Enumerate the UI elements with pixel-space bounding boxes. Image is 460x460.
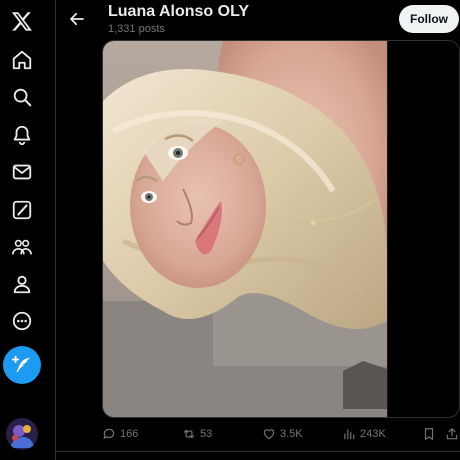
- like-button[interactable]: 3.5K: [262, 424, 303, 444]
- post-media[interactable]: [102, 40, 460, 418]
- more-icon: [12, 311, 32, 331]
- share-icon: [446, 428, 458, 440]
- sidebar-item-notifications[interactable]: [3, 116, 41, 154]
- notifications-icon: [13, 125, 31, 146]
- back-arrow-icon: [70, 12, 84, 26]
- views-button[interactable]: 243K: [342, 424, 386, 444]
- like-count: 3.5K: [280, 428, 303, 440]
- bookmark-button[interactable]: [422, 424, 436, 444]
- profile-name: Luana Alonso OLY: [108, 3, 250, 20]
- follow-button[interactable]: Follow: [399, 5, 459, 33]
- sidebar-item-communities[interactable]: [3, 228, 41, 266]
- sidebar-nav: [0, 0, 44, 460]
- bookmark-icon: [424, 428, 434, 440]
- reply-button[interactable]: 166: [102, 424, 138, 444]
- sidebar-item-explore[interactable]: [3, 78, 41, 116]
- share-button[interactable]: [445, 424, 459, 444]
- reply-count: 166: [120, 428, 139, 440]
- profile-icon: [13, 275, 31, 294]
- search-icon: [13, 88, 32, 107]
- post-photo: [103, 41, 459, 417]
- views-icon: [344, 429, 355, 440]
- grok-icon: [12, 200, 32, 220]
- repost-icon: [183, 429, 195, 439]
- home-icon: [12, 50, 32, 70]
- sidebar-item-more[interactable]: [3, 302, 41, 340]
- post-actions: 166 53 3.5K 243K: [100, 424, 460, 444]
- reply-icon: [103, 428, 115, 440]
- messages-icon: [12, 164, 32, 180]
- avatar: [6, 418, 38, 450]
- post-count: 1,331 posts: [108, 23, 165, 35]
- sidebar-item-messages[interactable]: [3, 153, 41, 191]
- x-logo-link[interactable]: [3, 2, 41, 40]
- profile-header: Luana Alonso OLY 1,331 posts Follow: [56, 0, 460, 40]
- heart-icon: [263, 429, 275, 440]
- view-count: 243K: [360, 428, 386, 440]
- account-avatar[interactable]: [6, 418, 38, 450]
- sidebar-item-grok[interactable]: [3, 191, 41, 229]
- sidebar-divider: [55, 0, 56, 460]
- compose-post-button[interactable]: [3, 346, 41, 384]
- sidebar-item-home[interactable]: [3, 41, 41, 79]
- sidebar-item-profile[interactable]: [3, 265, 41, 303]
- communities-icon: [12, 239, 32, 255]
- feather-plus-icon: [11, 355, 30, 373]
- post-divider: [56, 451, 460, 452]
- back-button[interactable]: [62, 4, 92, 34]
- x-logo-icon: [11, 12, 32, 31]
- repost-count: 53: [200, 428, 213, 440]
- repost-button[interactable]: 53: [182, 424, 212, 444]
